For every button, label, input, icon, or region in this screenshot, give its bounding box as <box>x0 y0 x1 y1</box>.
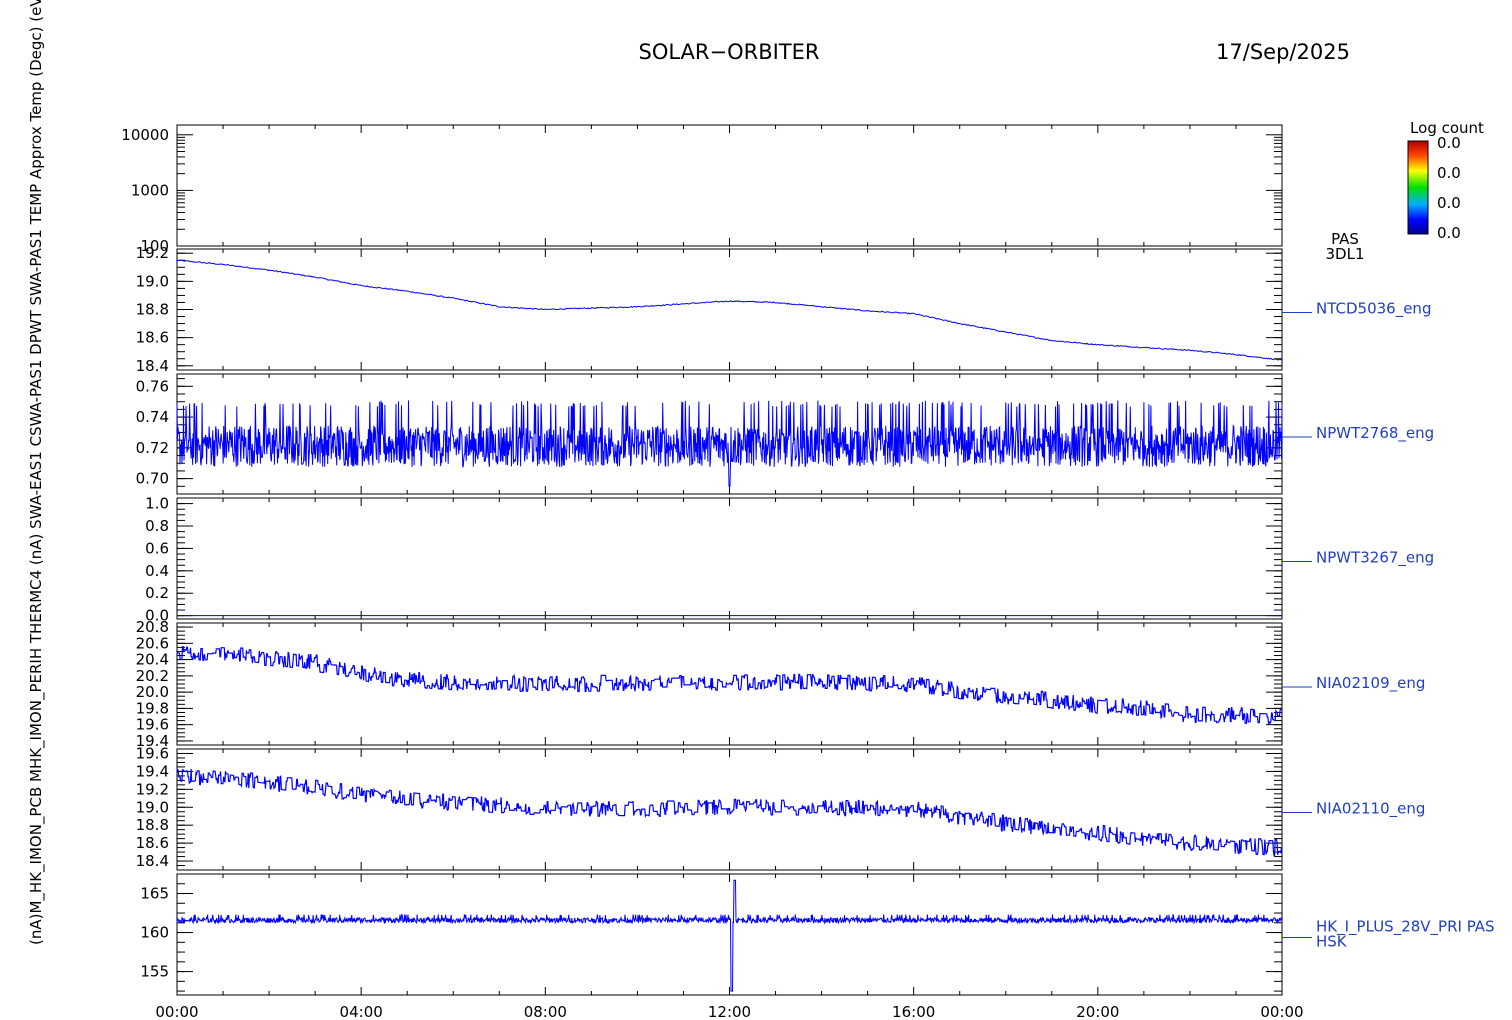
panel-label: NPWT3267_eng <box>1316 549 1434 568</box>
y-tick-label: 18.8 <box>136 301 169 319</box>
y-tick-label: 0.76 <box>136 377 169 395</box>
x-tick-label: 00:00 <box>155 1003 198 1020</box>
panel-label: NTCD5036_eng <box>1316 300 1431 319</box>
mission-title: SOLAR−ORBITER <box>638 40 819 64</box>
panel-1: 100100010000PAS3DL1 <box>121 124 1365 263</box>
series-trace-2 <box>176 259 1283 361</box>
y-tick-label: 18.6 <box>136 329 169 347</box>
panel-6: 18.418.618.819.019.219.419.6 NIA02110_eng <box>136 744 1425 871</box>
y-tick-label: 0.8 <box>145 517 169 535</box>
colorbar-label-4: 0.0 <box>1437 224 1461 242</box>
panel-label: HSK <box>1316 933 1348 951</box>
y-tick-label: 19.0 <box>136 272 169 290</box>
y-tick-label: 1000 <box>131 181 169 199</box>
series-trace-3 <box>176 400 1283 487</box>
panel-label: NIA02109_eng <box>1316 674 1425 693</box>
y-tick-label: 0.4 <box>145 562 169 580</box>
y-tick-label: 20.4 <box>136 651 169 669</box>
time-axis: 00:00 04:00 08:00 12:00 16:00 20:00 00:00 <box>155 1003 1303 1020</box>
colorbar-label-3: 0.0 <box>1437 194 1461 212</box>
y-tick-label: 18.8 <box>136 816 169 834</box>
y-tick-label: 0.70 <box>136 470 169 488</box>
panel-frame <box>176 497 1283 620</box>
x-tick-label: 16:00 <box>892 1003 935 1020</box>
x-tick-label: 00:00 <box>1260 1003 1303 1020</box>
y-tick-label: 0.74 <box>136 408 169 426</box>
panel-label: 3DL1 <box>1326 245 1365 263</box>
colorbar-label-2: 0.0 <box>1437 164 1461 182</box>
y-tick-label: 20.8 <box>136 618 169 636</box>
panel-frame <box>176 124 1283 247</box>
y-tick-label: 10000 <box>121 126 169 144</box>
y-tick-label: 0.2 <box>145 584 169 602</box>
y-tick-label: 18.6 <box>136 834 169 852</box>
panel-frame <box>176 873 1283 996</box>
series-trace-7 <box>176 879 1283 992</box>
x-tick-label: 20:00 <box>1076 1003 1119 1020</box>
y-tick-label: 19.6 <box>136 744 169 762</box>
colorbar: Log count 0.0 0.0 0.0 0.0 <box>1407 119 1484 242</box>
panel-7: 155160165HK_I_PLUS_28V_PRI PASHSK <box>140 873 1495 996</box>
y-tick-label: 160 <box>140 924 169 942</box>
plot-date: 17/Sep/2025 <box>1216 40 1350 64</box>
panel-4: 0.00.20.40.60.81.0NPWT3267_eng <box>145 495 1434 625</box>
y-tick-label: 20.0 <box>136 683 169 701</box>
y-tick-label: 19.2 <box>136 244 169 262</box>
y-tick-label: 18.4 <box>136 852 169 870</box>
x-tick-label: 12:00 <box>708 1003 751 1020</box>
colorbar-scale <box>1407 140 1429 235</box>
y-tick-label: 0.6 <box>145 539 169 557</box>
y-tick-label: 165 <box>140 885 169 903</box>
panel-2: 18.4 18.6 18.8 19.0 19.2 NTCD5036_eng <box>136 244 1432 375</box>
panel-frame <box>176 248 1283 371</box>
panel-label: NPWT2768_eng <box>1316 424 1434 443</box>
y-tick-label: 155 <box>140 963 169 981</box>
left-axis-label: (nA)M_HK_IMON_PCB MHK_IMON_PERIH THERMC4… <box>27 0 46 945</box>
y-tick-label: 20.6 <box>136 634 169 652</box>
plot-canvas: SOLAR−ORBITER 17/Sep/2025 (nA)M_HK_IMON_… <box>27 0 1495 1020</box>
y-tick-label: 20.2 <box>136 667 169 685</box>
series-trace-5 <box>176 645 1282 726</box>
panel-label: NIA02110_eng <box>1316 800 1425 819</box>
y-tick-label: 19.4 <box>136 762 169 780</box>
y-tick-label: 1.0 <box>145 495 169 513</box>
panel-5: 19.419.619.820.020.220.420.620.8NIA02109… <box>136 618 1426 750</box>
colorbar-label-1: 0.0 <box>1437 134 1461 152</box>
y-tick-label: 19.8 <box>136 699 169 717</box>
y-tick-label: 19.6 <box>136 716 169 734</box>
series-trace-6 <box>176 768 1282 857</box>
panels: 100100010000PAS3DL118.418.618.819.019.2N… <box>121 124 1495 996</box>
panel-3: 0.70 0.72 0.74 0.76 NPWT2768_eng <box>136 373 1434 495</box>
x-tick-label: 04:00 <box>340 1003 383 1020</box>
y-tick-label: 19.2 <box>136 780 169 798</box>
y-tick-label: 0.72 <box>136 439 169 457</box>
x-tick-label: 08:00 <box>524 1003 567 1020</box>
y-tick-label: 18.4 <box>136 357 169 375</box>
y-tick-label: 19.0 <box>136 798 169 816</box>
